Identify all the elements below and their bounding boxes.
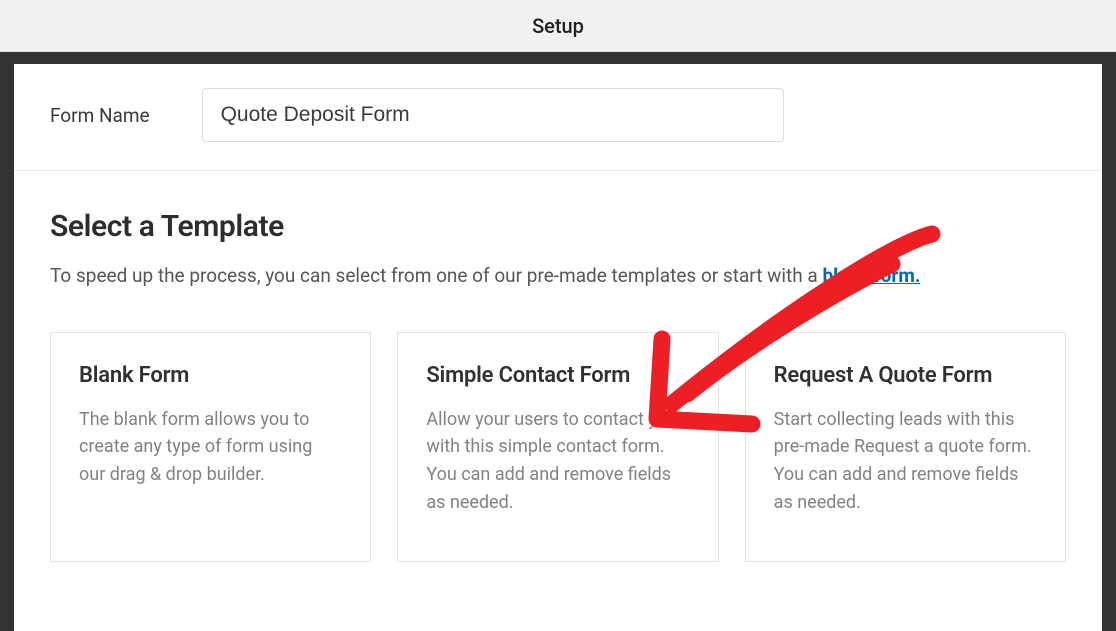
template-subtext: To speed up the process, you can select … <box>50 262 1066 290</box>
form-name-row: Form Name <box>14 64 1102 171</box>
card-desc: Start collecting leads with this pre-mad… <box>774 406 1037 518</box>
template-card-blank-form[interactable]: Blank Form The blank form allows you to … <box>50 332 371 562</box>
template-card-request-quote[interactable]: Request A Quote Form Start collecting le… <box>745 332 1066 562</box>
blank-form-link[interactable]: blank form. <box>822 264 920 287</box>
setup-panel: Form Name Select a Template To speed up … <box>14 64 1102 631</box>
card-title: Request A Quote Form <box>774 363 1037 388</box>
card-desc: The blank form allows you to create any … <box>79 406 342 490</box>
template-section: Select a Template To speed up the proces… <box>14 171 1102 562</box>
card-title: Simple Contact Form <box>426 363 689 388</box>
template-cards: Blank Form The blank form allows you to … <box>50 332 1066 562</box>
form-name-input[interactable] <box>202 88 784 142</box>
form-name-label: Form Name <box>50 104 150 127</box>
card-desc: Allow your users to contact you with thi… <box>426 406 689 518</box>
header-title: Setup <box>532 14 584 38</box>
panel-wrap: Form Name Select a Template To speed up … <box>0 52 1116 631</box>
template-subtext-pre: To speed up the process, you can select … <box>50 264 822 287</box>
template-card-simple-contact[interactable]: Simple Contact Form Allow your users to … <box>397 332 718 562</box>
card-title: Blank Form <box>79 363 342 388</box>
template-heading: Select a Template <box>50 209 1066 244</box>
header-bar: Setup <box>0 0 1116 52</box>
